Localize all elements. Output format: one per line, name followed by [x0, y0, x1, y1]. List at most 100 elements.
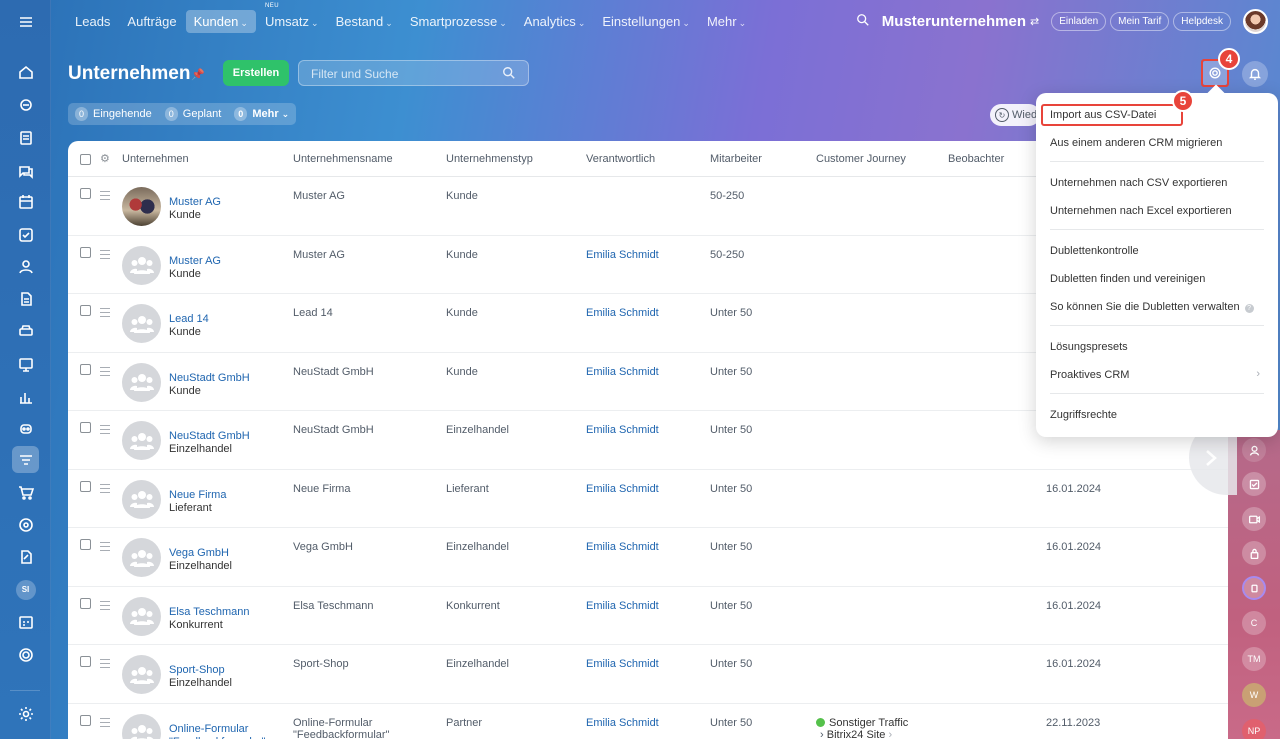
- crm-icon[interactable]: [12, 446, 39, 473]
- drag-handle-icon[interactable]: [100, 366, 110, 379]
- nav-auftraege[interactable]: Aufträge: [119, 10, 184, 33]
- table-row[interactable]: Neue Firma Lieferant Neue Firma Lieferant Em…: [68, 470, 1228, 528]
- counter-planned[interactable]: 0 Geplant: [164, 107, 221, 121]
- row-checkbox[interactable]: [80, 188, 91, 199]
- drag-handle-icon[interactable]: [100, 717, 110, 730]
- row-checkbox[interactable]: [80, 422, 91, 433]
- drag-handle-icon[interactable]: [100, 308, 110, 320]
- help-icon[interactable]: ?: [1244, 304, 1254, 313]
- collab-icon[interactable]: [12, 91, 39, 118]
- drag-handle-icon[interactable]: [100, 191, 110, 203]
- menu-duplicate-control[interactable]: Dublettenkontrolle: [1050, 245, 1139, 257]
- support-icon[interactable]: [12, 641, 39, 668]
- chat-icon[interactable]: [12, 157, 39, 184]
- pin-icon[interactable]: 📌: [191, 68, 205, 81]
- user-photo-icon[interactable]: [1242, 438, 1266, 462]
- search-icon[interactable]: [502, 66, 516, 80]
- select-all-checkbox[interactable]: [80, 154, 91, 165]
- tasks-check-icon[interactable]: [1242, 472, 1266, 496]
- row-checkbox[interactable]: [80, 656, 91, 667]
- contact-np[interactable]: NP: [1242, 719, 1266, 739]
- shop-icon[interactable]: [12, 479, 39, 506]
- nav-analytics[interactable]: Analytics ⌄: [516, 10, 594, 33]
- notifications-button[interactable]: [1242, 61, 1268, 87]
- row-checkbox[interactable]: [80, 480, 91, 492]
- company-link[interactable]: Elsa Teschmann: [169, 606, 250, 618]
- contact-tm[interactable]: TM: [1242, 647, 1266, 671]
- recurring-button[interactable]: ↻ Wied: [990, 104, 1040, 126]
- responsible-link[interactable]: Emilia Schmidt: [586, 717, 659, 729]
- table-row[interactable]: Elsa Teschmann Konkurrent Elsa Teschmann Ko…: [68, 587, 1228, 645]
- target-icon[interactable]: [12, 511, 39, 538]
- company-link[interactable]: Neue Firma: [169, 489, 226, 501]
- tasks-icon[interactable]: [12, 221, 39, 248]
- columns-gear-icon[interactable]: ⚙: [100, 152, 110, 165]
- board-icon[interactable]: [12, 351, 39, 378]
- helpdesk-button[interactable]: Helpdesk: [1173, 11, 1231, 31]
- nav-leads[interactable]: Leads: [67, 10, 118, 33]
- user-avatar[interactable]: [1243, 8, 1268, 34]
- drag-handle-icon[interactable]: [100, 542, 110, 554]
- menu-export-csv[interactable]: Unternehmen nach CSV exportieren: [1050, 177, 1227, 189]
- document-icon[interactable]: [12, 285, 39, 312]
- robot-icon[interactable]: [12, 414, 39, 441]
- col-verantwortlich[interactable]: Verantwortlich: [586, 153, 655, 165]
- drag-handle-icon[interactable]: [100, 249, 110, 262]
- company-link[interactable]: NeuStadt GmbH: [169, 372, 250, 384]
- responsible-link[interactable]: Emilia Schmidt: [586, 307, 659, 319]
- lock-icon[interactable]: [1242, 541, 1266, 565]
- home-icon[interactable]: [12, 58, 39, 85]
- menu-manage-duplicates[interactable]: So können Sie die Dubletten verwalten?: [1050, 301, 1254, 313]
- company-link[interactable]: Lead 14: [169, 313, 209, 325]
- feed-icon[interactable]: [12, 124, 39, 151]
- company-name[interactable]: Musterunternehmen: [882, 13, 1026, 30]
- contacts-icon[interactable]: [12, 253, 39, 280]
- analytics-icon[interactable]: [12, 383, 39, 410]
- table-row[interactable]: Sport-Shop Einzelhandel Sport-Shop Einzelha…: [68, 645, 1228, 704]
- schedule-icon[interactable]: [12, 608, 39, 635]
- signing-icon[interactable]: [12, 543, 39, 570]
- menu-icon[interactable]: [12, 8, 39, 35]
- search-input[interactable]: Filter und Suche: [298, 60, 529, 86]
- col-unternehmensname[interactable]: Unternehmensname: [293, 153, 393, 165]
- col-unternehmen[interactable]: Unternehmen: [122, 153, 189, 165]
- row-checkbox[interactable]: [80, 246, 91, 258]
- table-row[interactable]: Online-Formular"Feedbackformular"Online-…: [68, 704, 1228, 739]
- responsible-link[interactable]: Emilia Schmidt: [586, 366, 659, 378]
- col-mitarbeiter[interactable]: Mitarbeiter: [710, 153, 762, 165]
- responsible-link[interactable]: Emilia Schmidt: [586, 600, 659, 612]
- company-link[interactable]: Online-Formular: [169, 723, 265, 735]
- row-checkbox[interactable]: [80, 363, 91, 375]
- video-icon[interactable]: [1242, 507, 1266, 531]
- company-link[interactable]: Muster AG: [169, 196, 221, 208]
- contact-c[interactable]: C: [1242, 611, 1266, 635]
- company-link[interactable]: Vega GmbH: [169, 547, 232, 559]
- row-checkbox[interactable]: [80, 714, 91, 726]
- row-checkbox[interactable]: [80, 305, 91, 316]
- sidebar-user-badge[interactable]: SI: [12, 576, 39, 603]
- company-link[interactable]: Muster AG: [169, 255, 221, 267]
- col-customer-journey[interactable]: Customer Journey: [816, 153, 906, 165]
- menu-migrate-crm[interactable]: Aus einem anderen CRM migrieren: [1050, 137, 1222, 149]
- menu-proactive-crm[interactable]: Proaktives CRM: [1050, 369, 1129, 381]
- settings-icon[interactable]: [12, 700, 39, 727]
- customer-journey[interactable]: Sonstiger Traffic › Bitrix24 Site ›: [816, 717, 908, 739]
- company-link[interactable]: Sport-Shop: [169, 664, 232, 676]
- menu-export-excel[interactable]: Unternehmen nach Excel exportieren: [1050, 205, 1232, 217]
- calendar-icon[interactable]: [12, 188, 39, 215]
- menu-find-duplicates[interactable]: Dubletten finden und vereinigen: [1050, 273, 1205, 285]
- counter-more[interactable]: 0 Mehr ⌄: [234, 107, 289, 121]
- drag-handle-icon[interactable]: [100, 483, 110, 496]
- nav-bestand[interactable]: Bestand ⌄: [328, 10, 401, 33]
- menu-solution-presets[interactable]: Lösungspresets: [1050, 341, 1128, 353]
- row-checkbox[interactable]: [80, 539, 91, 550]
- nav-einstellungen[interactable]: Einstellungen ⌄: [594, 10, 698, 33]
- drag-handle-icon[interactable]: [100, 425, 110, 437]
- responsible-link[interactable]: Emilia Schmidt: [586, 541, 659, 553]
- company-link[interactable]: NeuStadt GmbH: [169, 430, 250, 442]
- col-unternehmenstyp[interactable]: Unternehmenstyp: [446, 153, 533, 165]
- drag-handle-icon[interactable]: [100, 600, 110, 613]
- nav-smartprozesse[interactable]: Smartprozesse ⌄: [402, 10, 515, 33]
- menu-access-rights[interactable]: Zugriffsrechte: [1050, 409, 1117, 421]
- drag-handle-icon[interactable]: [100, 659, 110, 671]
